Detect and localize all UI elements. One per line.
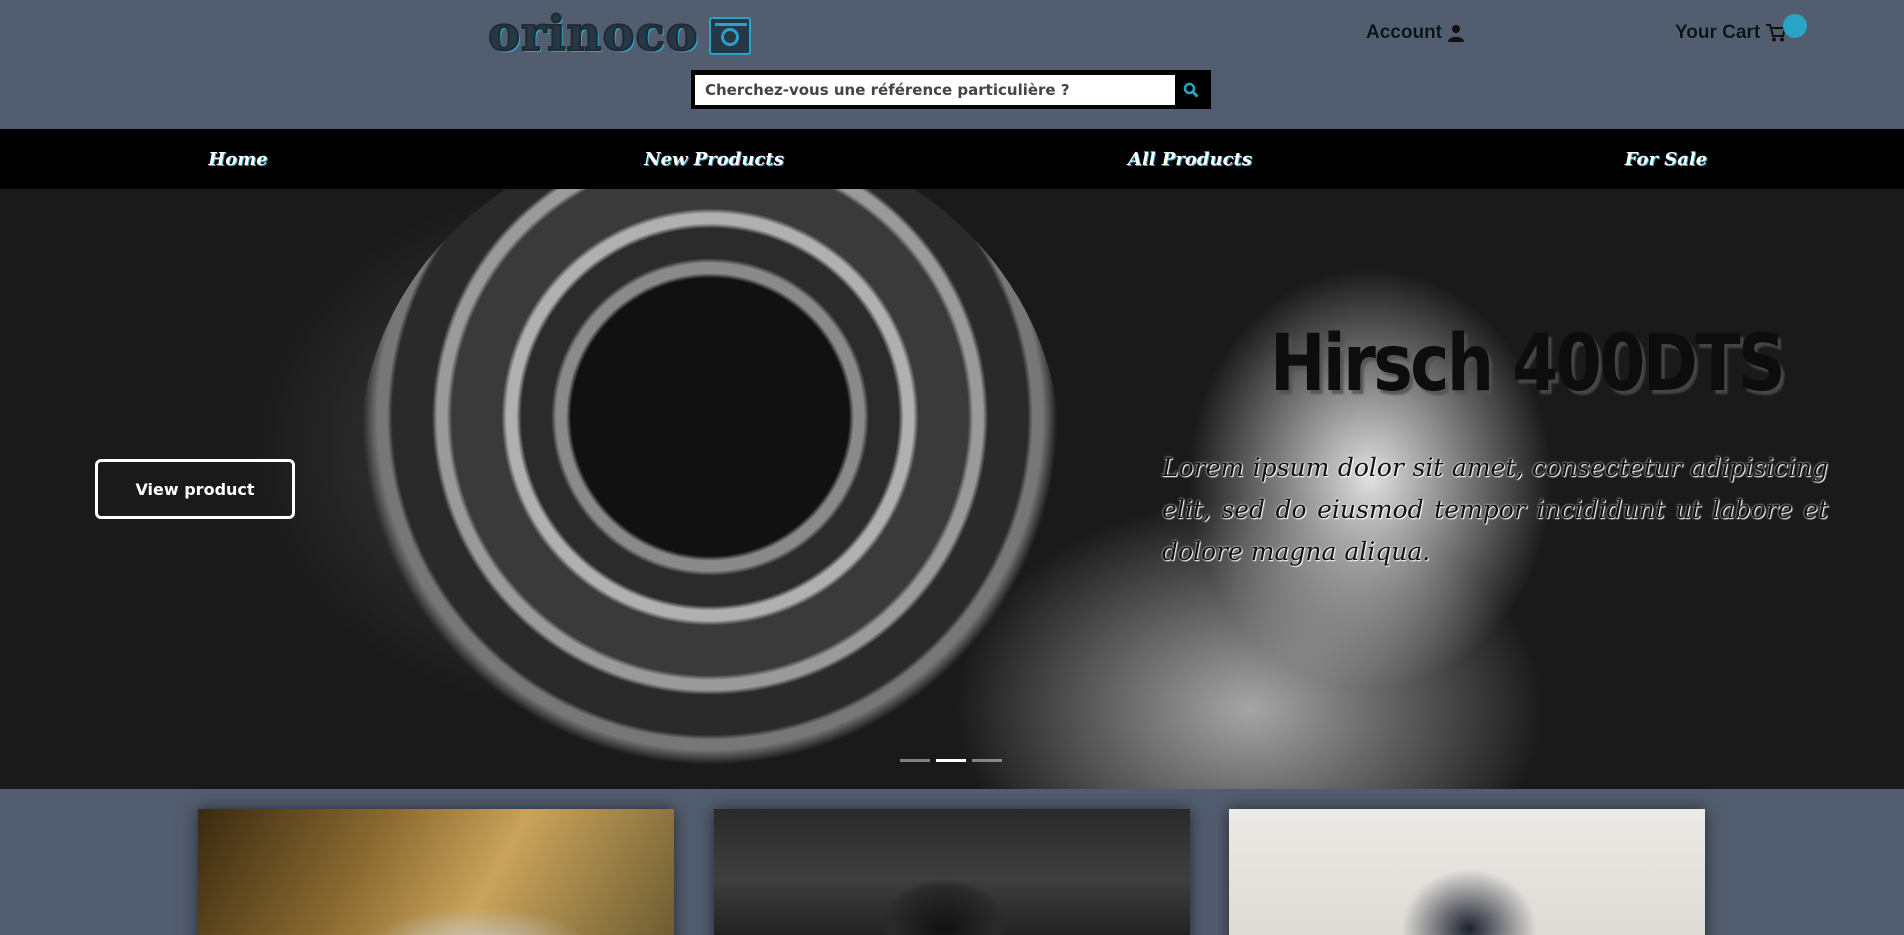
search-bar xyxy=(691,70,1211,109)
logo-text[interactable]: orinoco xyxy=(487,5,699,63)
nav-for-sale[interactable]: For Sale xyxy=(1428,129,1904,189)
site-header: orinoco Account Your Cart xyxy=(0,0,1904,129)
hero-description: Lorem ipsum dolor sit amet, consectetur … xyxy=(1162,453,1828,566)
account-link[interactable]: Account xyxy=(1366,22,1464,44)
carousel-indicators xyxy=(900,759,1002,762)
hero-carousel: Hirsch 400DTS Lorem ipsum dolor sit amet… xyxy=(0,189,1904,789)
account-label: Account xyxy=(1366,22,1442,43)
view-product-button[interactable]: View product xyxy=(95,459,295,519)
carousel-indicator-2[interactable] xyxy=(936,759,966,762)
cart-label: Your Cart xyxy=(1675,22,1761,43)
main-nav: Home New Products All Products For Sale xyxy=(0,129,1904,189)
user-icon xyxy=(1448,25,1464,42)
search-icon xyxy=(1183,82,1199,98)
product-card-3[interactable] xyxy=(1229,809,1705,935)
search-button[interactable] xyxy=(1175,74,1207,105)
product-cards xyxy=(0,789,1904,935)
nav-home[interactable]: Home xyxy=(0,129,476,189)
search-input[interactable] xyxy=(695,74,1175,105)
carousel-indicator-3[interactable] xyxy=(972,759,1002,762)
product-card-1[interactable] xyxy=(198,809,674,935)
product-card-2[interactable] xyxy=(714,809,1190,935)
nav-all-products[interactable]: All Products xyxy=(952,129,1428,189)
camera-icon xyxy=(708,17,751,55)
camera-lens-image xyxy=(360,189,1060,769)
carousel-indicator-1[interactable] xyxy=(900,759,930,762)
nav-new-products[interactable]: New Products xyxy=(476,129,952,189)
cart-count-badge xyxy=(1783,14,1807,38)
hero-title: Hirsch 400DTS xyxy=(1270,319,1786,409)
cart-link[interactable]: Your Cart xyxy=(1675,22,1787,44)
logo[interactable]: orinoco xyxy=(487,5,751,63)
